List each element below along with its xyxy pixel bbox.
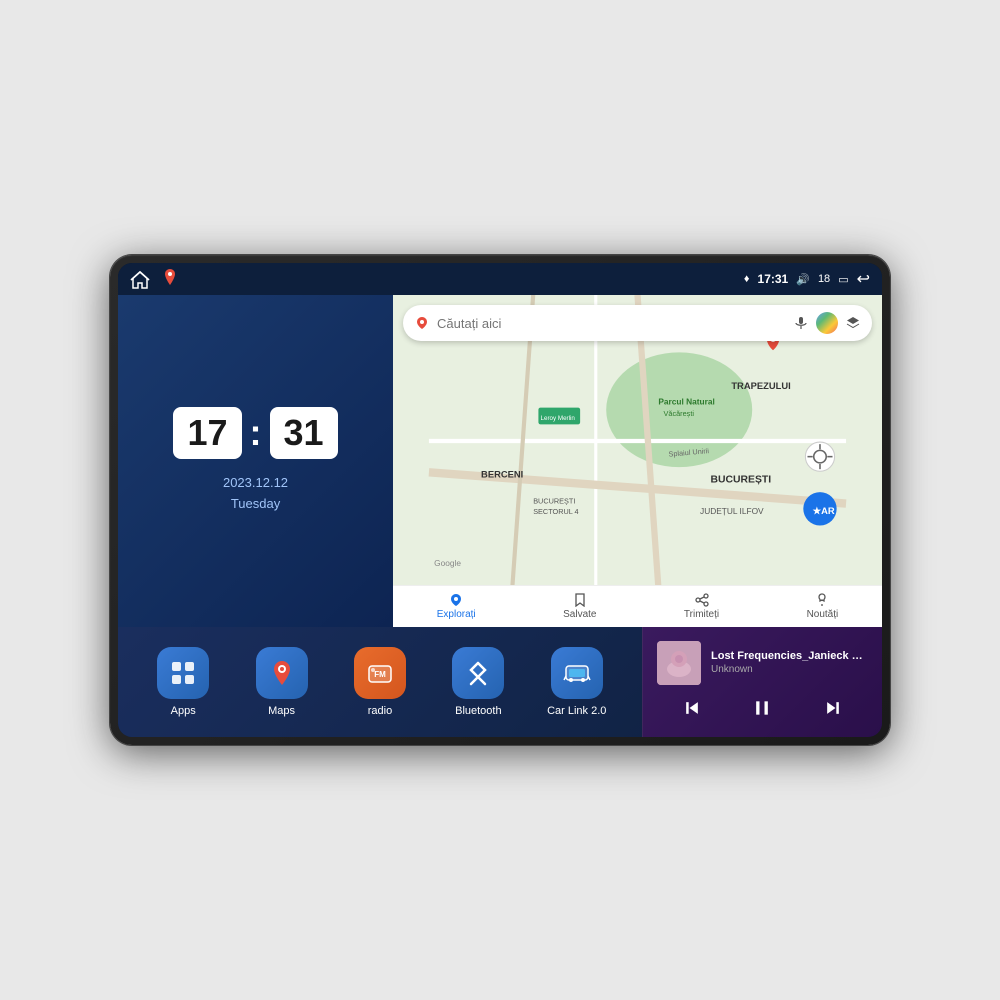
bluetooth-label: Bluetooth [455, 705, 501, 717]
google-account-icon[interactable] [816, 312, 838, 334]
svg-text:Google: Google [434, 558, 461, 568]
explore-label: Explorați [437, 609, 476, 620]
day-value: Tuesday [223, 494, 288, 515]
top-section: 17 : 31 2023.12.12 Tuesday [118, 295, 882, 627]
device-frame: ♦ 17:31 🔊 18 ▭ ↩ 17 [110, 255, 890, 745]
gps-icon: ♦ [744, 273, 750, 285]
mic-icon [794, 316, 808, 330]
map-nav-saved[interactable]: Salvate [563, 593, 596, 620]
pause-icon [752, 698, 772, 718]
date-display: 2023.12.12 Tuesday [223, 473, 288, 515]
map-panel[interactable]: Parcul Natural Văcărești Splaiul Unirii [393, 295, 882, 627]
music-artist: Unknown [711, 664, 868, 675]
clock-hours-block: 17 [173, 407, 241, 459]
svg-text:FM: FM [374, 670, 386, 679]
clock-minutes-block: 31 [270, 407, 338, 459]
svg-text:BERCENI: BERCENI [481, 470, 523, 480]
carlink-label: Car Link 2.0 [547, 705, 606, 717]
svg-text:Parcul Natural: Parcul Natural [658, 397, 714, 407]
carlink-icon [551, 647, 603, 699]
bluetooth-app-icon [463, 658, 493, 688]
next-button[interactable] [817, 692, 849, 724]
back-button[interactable]: ↩ [857, 269, 870, 289]
status-right: ♦ 17:31 🔊 18 ▭ ↩ [744, 269, 870, 289]
music-details: Lost Frequencies_Janieck Devy-... Unknow… [711, 650, 868, 675]
home-button[interactable] [130, 271, 152, 287]
svg-text:★AR: ★AR [812, 506, 835, 516]
svg-text:BUCUREȘTI: BUCUREȘTI [533, 497, 575, 506]
map-nav-explore[interactable]: Explorați [437, 593, 476, 620]
bluetooth-icon [452, 647, 504, 699]
app-item-bluetooth[interactable]: Bluetooth [446, 647, 510, 717]
carlink-app-icon [562, 658, 592, 688]
maps-label: Maps [268, 705, 295, 717]
date-value: 2023.12.12 [223, 473, 288, 494]
radio-app-icon: FM [365, 658, 395, 688]
svg-text:SECTORUL 4: SECTORUL 4 [533, 507, 578, 516]
volume-icon: 🔊 [796, 273, 810, 286]
app-item-radio[interactable]: FM radio [348, 647, 412, 717]
battery-icon: ▭ [838, 273, 848, 286]
saved-label: Salvate [563, 609, 596, 620]
battery-number: 18 [818, 273, 830, 285]
status-left [130, 268, 178, 291]
share-label: Trimiteți [684, 609, 719, 620]
map-search-input[interactable] [437, 316, 786, 331]
svg-text:TRAPEZULUI: TRAPEZULUI [731, 381, 790, 391]
map-nav-news[interactable]: Noutăți [807, 593, 839, 620]
radio-label: radio [368, 705, 392, 717]
play-pause-button[interactable] [746, 692, 778, 724]
svg-text:BUCUREȘTI: BUCUREȘTI [711, 475, 772, 486]
svg-text:Văcărești: Văcărești [664, 409, 695, 418]
app-item-maps[interactable]: Maps [250, 647, 314, 717]
bottom-section: Apps Maps [118, 627, 882, 737]
prev-button[interactable] [676, 692, 708, 724]
app-item-apps[interactable]: Apps [151, 647, 215, 717]
map-bottom-nav: Explorați Salvate [393, 585, 882, 627]
music-thumbnail [657, 641, 701, 685]
clock-hours: 17 [187, 412, 227, 453]
apps-icon [157, 647, 209, 699]
next-icon [823, 698, 843, 718]
clock-minutes: 31 [284, 412, 324, 453]
music-info: Lost Frequencies_Janieck Devy-... Unknow… [657, 641, 868, 685]
maps-app-icon [267, 658, 297, 688]
news-label: Noutăți [807, 609, 839, 620]
app-item-carlink[interactable]: Car Link 2.0 [545, 647, 609, 717]
prev-icon [682, 698, 702, 718]
apps-grid-icon [168, 658, 198, 688]
svg-text:JUDEȚUL ILFOV: JUDEȚUL ILFOV [700, 506, 764, 516]
music-panel: Lost Frequencies_Janieck Devy-... Unknow… [642, 627, 882, 737]
svg-text:Leroy Merlin: Leroy Merlin [541, 415, 576, 422]
status-bar: ♦ 17:31 🔊 18 ▭ ↩ [118, 263, 882, 295]
home-icon [130, 271, 150, 289]
map-search-bar[interactable] [403, 305, 872, 341]
layers-icon [846, 316, 860, 330]
clock-panel: 17 : 31 2023.12.12 Tuesday [118, 295, 393, 627]
radio-icon: FM [354, 647, 406, 699]
app-grid: Apps Maps [118, 627, 642, 737]
maps-logo-icon [415, 316, 429, 330]
status-time: 17:31 [758, 272, 789, 286]
main-content: 17 : 31 2023.12.12 Tuesday [118, 295, 882, 737]
music-controls [657, 692, 868, 724]
album-art-svg [657, 641, 701, 685]
clock-display: 17 : 31 [173, 407, 337, 459]
apps-label: Apps [171, 705, 196, 717]
maps-shortcut-icon[interactable] [162, 268, 178, 291]
device-screen: ♦ 17:31 🔊 18 ▭ ↩ 17 [118, 263, 882, 737]
map-pin-status-icon [162, 268, 178, 286]
clock-colon: : [250, 415, 262, 451]
map-nav-share[interactable]: Trimiteți [684, 593, 719, 620]
car-head-unit: ♦ 17:31 🔊 18 ▭ ↩ 17 [110, 255, 890, 745]
maps-icon [256, 647, 308, 699]
music-title: Lost Frequencies_Janieck Devy-... [711, 650, 868, 662]
